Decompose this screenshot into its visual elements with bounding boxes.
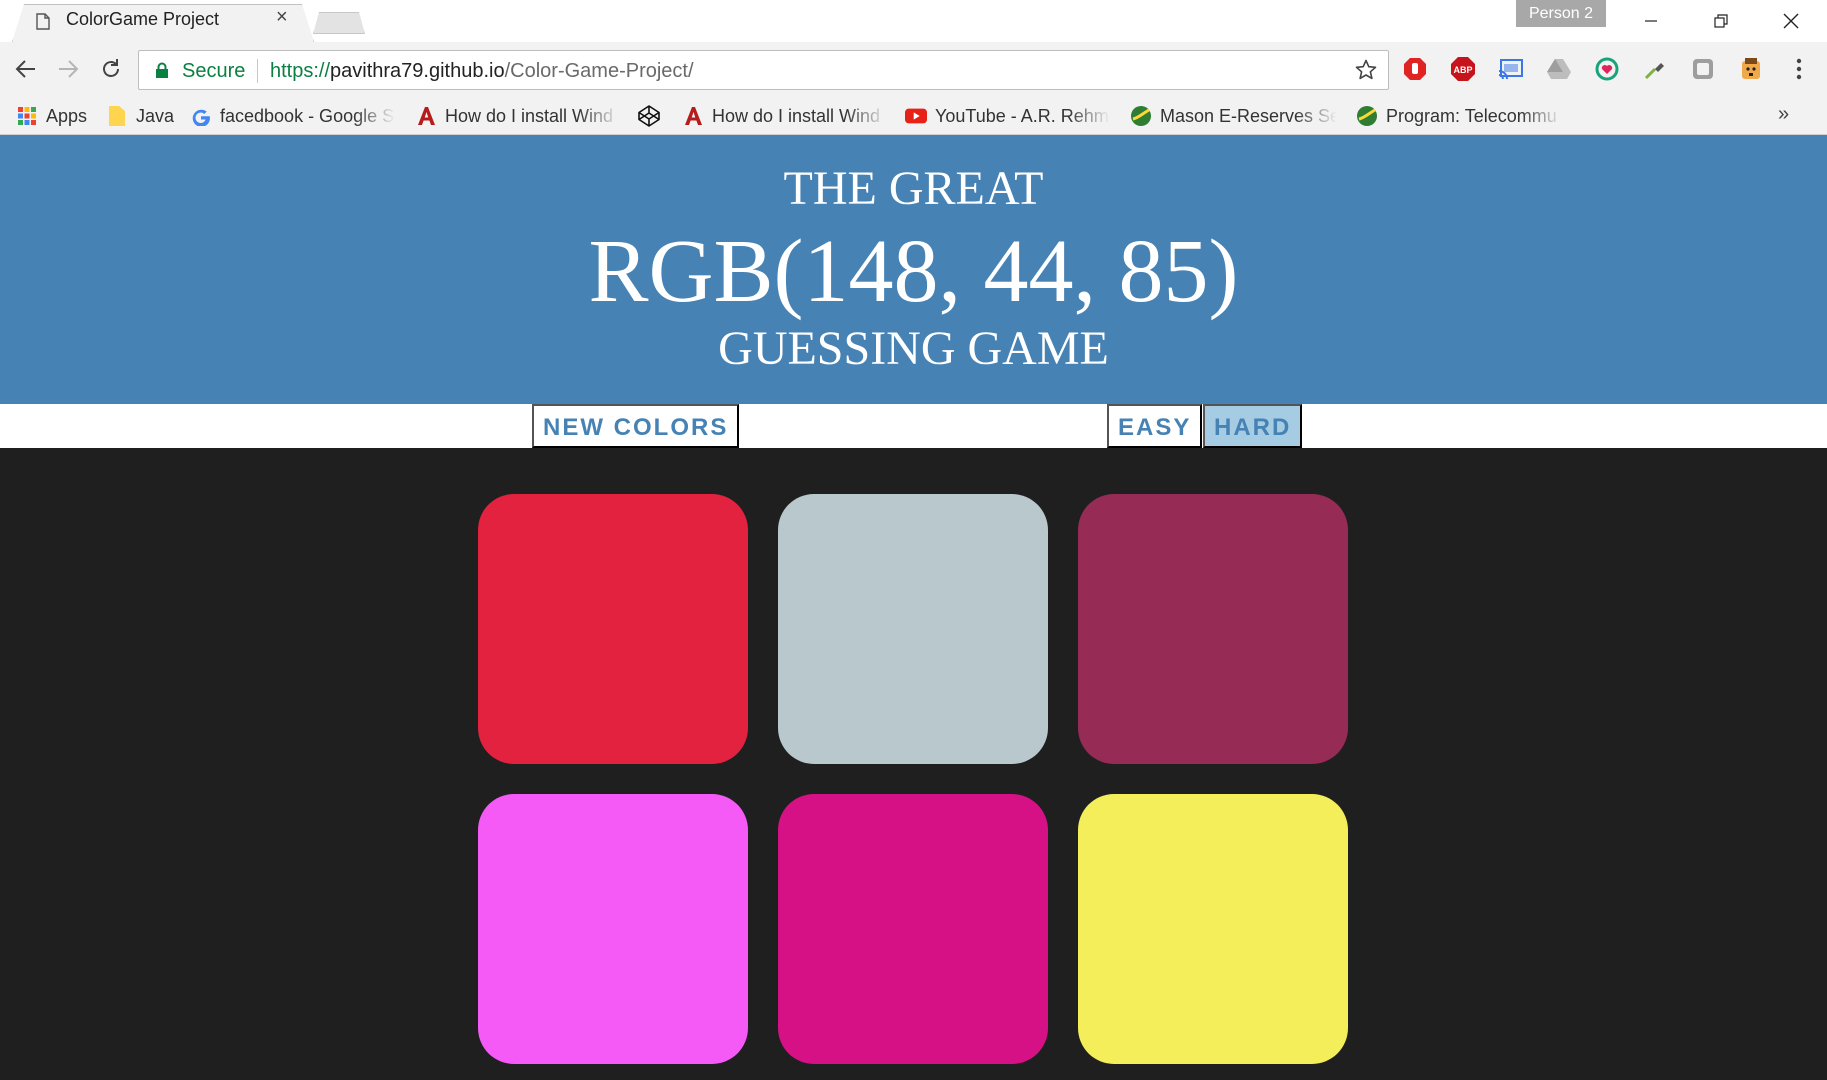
bookmark-how-do-i-install-2[interactable]: How do I install Wind [682, 103, 887, 129]
url-text[interactable]: https://pavithra79.github.io/Color-Game-… [270, 60, 694, 83]
bookmark-star-icon[interactable] [1354, 58, 1378, 82]
close-icon [1783, 13, 1799, 29]
apps-grid-icon [16, 105, 38, 127]
restore-button[interactable] [1686, 0, 1756, 42]
bookmarks-overflow-button[interactable]: » [1778, 103, 1789, 126]
tab-title: ColorGame Project [66, 9, 220, 29]
reload-icon [103, 59, 119, 77]
bookmark-label: How do I install Wind [445, 105, 614, 126]
drive-icon[interactable] [1546, 56, 1572, 82]
color-square[interactable] [778, 494, 1048, 764]
bookmark-label: Java [136, 105, 175, 126]
reload-button[interactable] [96, 54, 126, 84]
bookmark-label: Mason E-Reserves Sea [1160, 105, 1337, 126]
a-icon [682, 105, 704, 127]
forward-arrow-icon [59, 60, 79, 78]
menu-icon[interactable] [1786, 56, 1812, 82]
close-window-button[interactable] [1756, 0, 1826, 42]
bookmark-program-telecommu[interactable]: Program: Telecommu [1356, 103, 1562, 129]
folder-icon [106, 105, 128, 127]
lock-icon [156, 62, 168, 78]
bookmark-java[interactable]: Java [106, 103, 174, 129]
heart-icon[interactable] [1594, 56, 1620, 82]
back-arrow-icon [15, 60, 35, 78]
profile-button[interactable]: Person 2 [1516, 0, 1606, 27]
color-squares-grid [478, 494, 1348, 1064]
game-header: THE GREAT RGB(148, 44, 85) GUESSING GAME [0, 135, 1827, 404]
header-line-guessing-game: GUESSING GAME [718, 322, 1109, 375]
bookmark-apps[interactable]: Apps [16, 103, 87, 129]
bookmark-label: Program: Telecommu [1386, 105, 1557, 126]
title-bar: ColorGame Project × Person 2 [0, 0, 1827, 42]
browser-chrome: ColorGame Project × Person 2 Secure http… [0, 0, 1827, 135]
bookmark-codepen[interactable] [638, 103, 668, 129]
svg-text:ABP: ABP [1453, 65, 1472, 75]
stop-icon[interactable] [1402, 56, 1428, 82]
url-scheme: https:// [270, 60, 331, 82]
restore-icon [1714, 14, 1728, 28]
minimize-icon [1645, 20, 1657, 22]
color-square[interactable] [1078, 494, 1348, 764]
new-colors-button[interactable]: NEW COLORS [532, 404, 740, 448]
character-icon[interactable] [1738, 56, 1764, 82]
mason-icon [1356, 105, 1378, 127]
blank-extension-icon[interactable] [1690, 56, 1716, 82]
minimize-button[interactable] [1616, 0, 1686, 42]
controls-stripe: NEW COLORS EASY HARD [0, 404, 1827, 448]
hard-mode-button[interactable]: HARD [1203, 404, 1303, 448]
youtube-icon [905, 105, 927, 127]
color-game-page: THE GREAT RGB(148, 44, 85) GUESSING GAME… [0, 135, 1827, 1080]
cast-icon[interactable] [1498, 56, 1524, 82]
bookmark-label: facedbook - Google S [220, 105, 395, 126]
bookmarks-bar: Apps Java facedbook - Google S How do I … [0, 98, 1827, 135]
header-line-the-great: THE GREAT [783, 162, 1044, 215]
color-square[interactable] [478, 494, 748, 764]
bookmark-how-do-i-install-1[interactable]: How do I install Wind [415, 103, 620, 129]
codepen-icon [638, 105, 660, 127]
color-square[interactable] [1078, 794, 1348, 1064]
bookmark-label: How do I install Wind [712, 105, 881, 126]
forward-button[interactable] [53, 54, 83, 84]
back-button[interactable] [11, 54, 41, 84]
omnibox-separator [257, 59, 258, 83]
bookmark-mason-e-reserves[interactable]: Mason E-Reserves Sea [1130, 103, 1337, 129]
address-bar[interactable]: Secure https://pavithra79.github.io/Colo… [138, 50, 1389, 90]
target-rgb-display: RGB(148, 44, 85) [588, 222, 1239, 321]
a-icon [415, 105, 437, 127]
abp-icon[interactable]: ABP [1450, 56, 1476, 82]
bookmark-facedbook-google[interactable]: facedbook - Google S [190, 103, 395, 129]
tab-close-icon[interactable]: × [276, 7, 288, 27]
bookmark-label: YouTube - A.R. Rehma [935, 105, 1110, 126]
easy-mode-button[interactable]: EASY [1107, 404, 1203, 448]
browser-toolbar: Secure https://pavithra79.github.io/Colo… [0, 42, 1827, 98]
mason-icon [1130, 105, 1152, 127]
secure-label: Secure [182, 60, 246, 82]
url-host: pavithra79.github.io [330, 60, 505, 82]
eyedropper-icon[interactable] [1642, 56, 1668, 82]
bookmark-youtube[interactable]: YouTube - A.R. Rehma [905, 103, 1110, 129]
new-tab-button[interactable] [313, 12, 365, 34]
color-square[interactable] [478, 794, 748, 1064]
color-square[interactable] [778, 794, 1048, 1064]
url-path: /Color-Game-Project/ [504, 60, 694, 82]
google-icon [190, 105, 212, 127]
bookmark-label: Apps [46, 105, 88, 126]
page-icon [36, 13, 50, 30]
